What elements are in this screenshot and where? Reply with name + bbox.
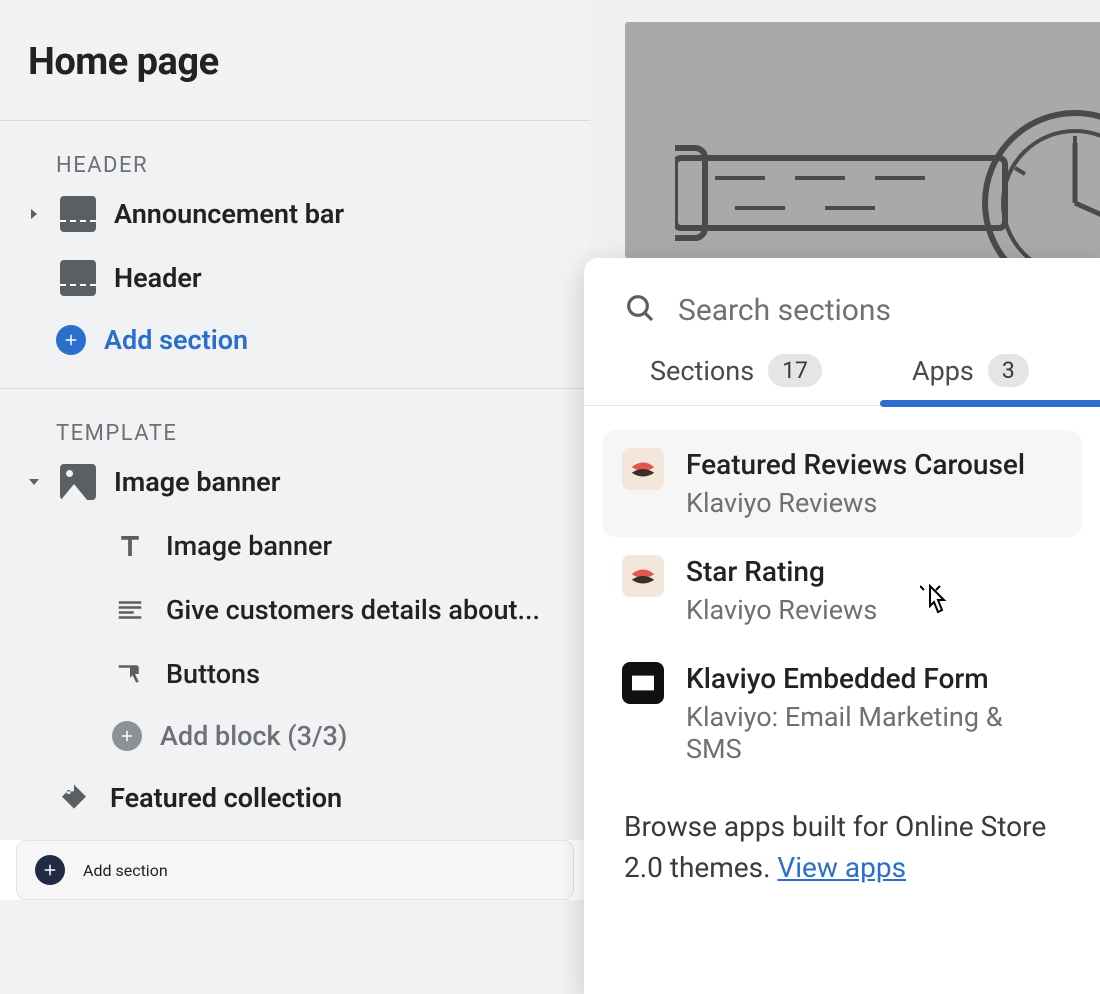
button-icon [112,656,148,692]
add-section-label: Add section [104,324,248,356]
search-row[interactable]: Search sections [584,258,1100,354]
klaviyo-form-icon [622,662,664,704]
caret-down-icon [26,474,42,490]
sidebar-item-label: Announcement bar [114,198,344,230]
block-label: Image banner [166,530,332,562]
preview-and-popover: Search sections Sections 17 Apps 3 Featu… [590,0,1100,994]
plus-circle-icon [112,721,142,751]
search-icon [624,292,656,328]
block-label: Give customers details about... [166,594,540,626]
tab-sections[interactable]: Sections 17 [650,354,822,387]
header-group: HEADER Announcement bar Header Add secti… [0,121,590,389]
page-title: Home page [28,40,562,84]
sidebar-item-announcement-bar[interactable]: Announcement bar [0,182,590,246]
tab-indicator [880,400,1100,407]
theme-preview [625,22,1100,258]
tag-icon [56,780,92,816]
sidebar-item-label: Header [114,262,202,294]
tabs-wrap: Sections 17 Apps 3 [584,354,1100,406]
caret-spacer [26,270,42,286]
add-block[interactable]: Add block (3/3) [0,706,590,766]
tab-label: Sections [650,355,754,387]
app-item[interactable]: Klaviyo Embedded Form Klaviyo: Email Mark… [602,644,1082,783]
add-block-label: Add block (3/3) [160,720,347,752]
plus-circle-icon [56,325,86,355]
browse-apps-text: Browse apps built for Online Store 2.0 t… [584,783,1100,910]
add-section-label: Add section [83,861,168,880]
view-apps-link[interactable]: View apps [777,851,906,884]
app-item-subtitle: Klaviyo Reviews [686,487,1025,519]
tab-count-badge: 3 [988,354,1029,387]
section-icon [60,260,96,296]
sidebar-item-label: Featured collection [110,782,342,814]
app-item-subtitle: Klaviyo: Email Marketing & SMS [686,701,1062,765]
caret-right-icon [26,206,42,222]
search-placeholder: Search sections [678,293,891,328]
app-item-title: Klaviyo Embedded Form [686,662,1062,695]
apps-list: Featured Reviews Carousel Klaviyo Reviews… [584,406,1100,783]
section-icon [60,196,96,232]
sidebar-item-featured-collection[interactable]: Featured collection [0,766,590,830]
add-section-highlight: Add section [0,840,590,900]
block-buttons[interactable]: Buttons [0,642,590,706]
klaviyo-reviews-icon [622,448,664,490]
add-section-header[interactable]: Add section [0,310,590,370]
klaviyo-reviews-icon [622,555,664,597]
tab-label: Apps [912,355,974,387]
paragraph-icon [112,592,148,628]
group-label-template: TEMPLATE [0,389,590,450]
tab-count-badge: 17 [768,354,822,387]
plus-circle-icon [35,855,65,885]
app-item-subtitle: Klaviyo Reviews [686,594,877,626]
image-icon [60,464,96,500]
page-title-wrap: Home page [0,0,590,121]
block-label: Buttons [166,658,260,690]
heading-icon [112,528,148,564]
add-section-template[interactable]: Add section [16,840,574,900]
theme-editor-sidebar: Home page HEADER Announcement bar Header [0,0,590,994]
tab-apps[interactable]: Apps 3 [912,354,1029,387]
block-rich-text[interactable]: Give customers details about... [0,578,590,642]
sidebar-item-label: Image banner [114,466,280,498]
app-item-title: Star Rating [686,555,877,588]
sidebar-item-image-banner[interactable]: Image banner [0,450,590,514]
app-item[interactable]: Star Rating Klaviyo Reviews [602,537,1082,644]
group-label-header: HEADER [0,121,590,182]
sidebar-item-header[interactable]: Header [0,246,590,310]
template-group: TEMPLATE Image banner Image banner Give … [0,389,590,900]
section-picker-popover: Search sections Sections 17 Apps 3 Featu… [584,258,1100,994]
app-item[interactable]: Featured Reviews Carousel Klaviyo Reviews [602,430,1082,537]
block-image-banner[interactable]: Image banner [0,514,590,578]
app-item-title: Featured Reviews Carousel [686,448,1025,481]
